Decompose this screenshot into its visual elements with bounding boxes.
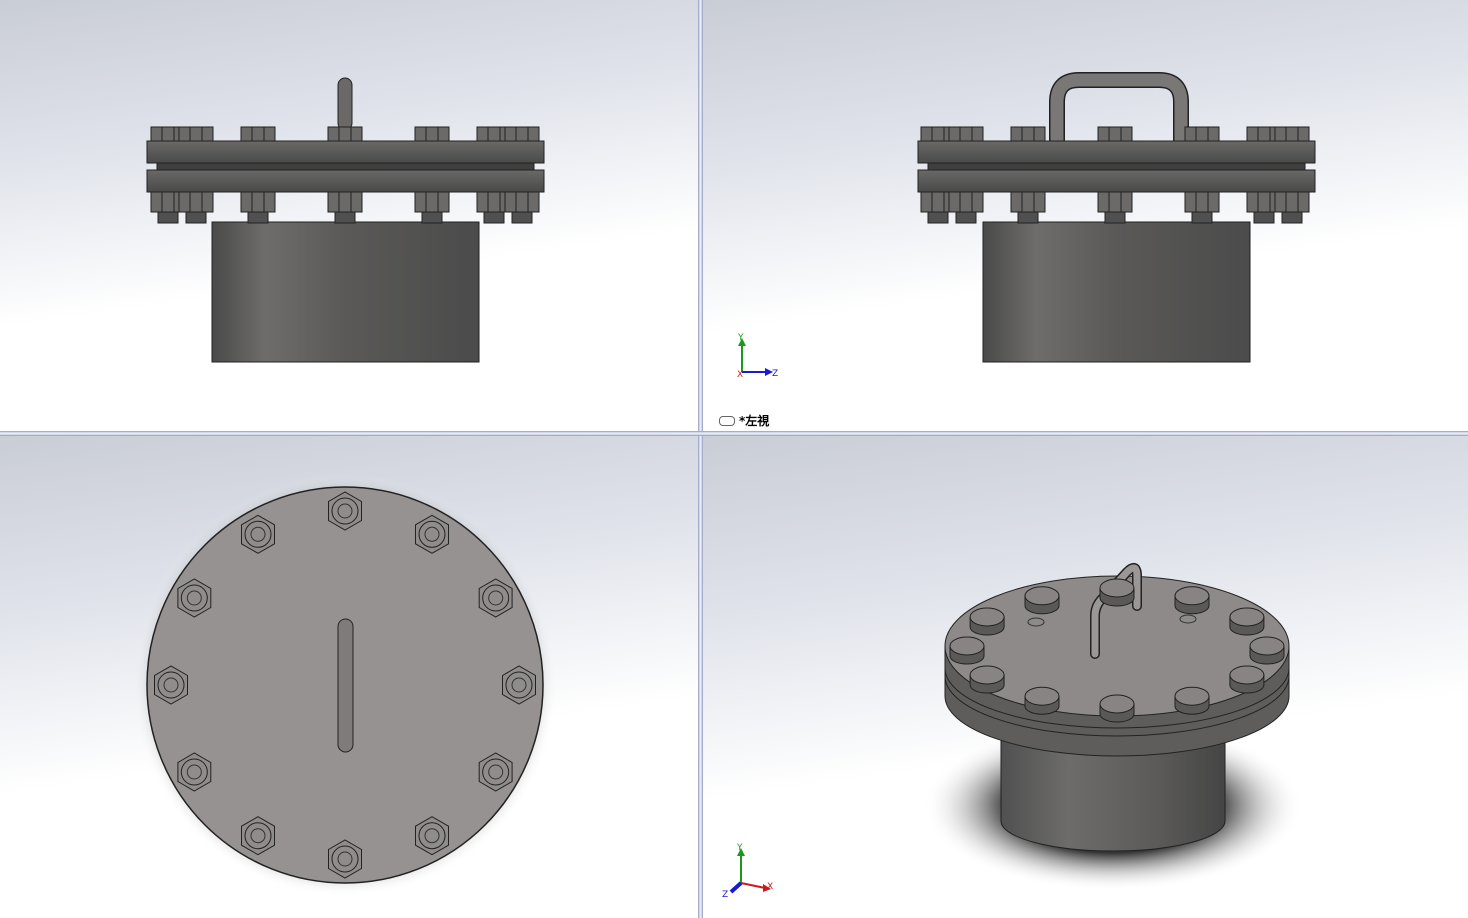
cylinder-body [211, 221, 480, 363]
hex-nut [1010, 126, 1046, 142]
bolt-head-top [969, 607, 1005, 627]
hex-nut [1010, 191, 1046, 213]
viewport-isometric[interactable]: Y X Z [703, 436, 1468, 918]
bolt-thread [334, 211, 356, 224]
hex-nut [414, 126, 450, 142]
bolt-thread [483, 211, 505, 224]
bolt-thread [1281, 211, 1303, 224]
hex-nut [504, 191, 540, 213]
triad-label-z: Z [772, 369, 778, 379]
bolt-head-top [969, 665, 1005, 685]
hex-nut [178, 126, 214, 142]
hex-nut [948, 191, 984, 213]
bolt-head-top [1174, 686, 1210, 706]
hex-nut [240, 191, 276, 213]
bolt-thread [511, 211, 533, 224]
hex-nut [327, 191, 363, 213]
hex-nut [1274, 126, 1310, 142]
bolt-thread [247, 211, 269, 224]
link-icon [719, 415, 735, 426]
triad-label-x: X [737, 370, 743, 380]
upper-flange [917, 140, 1316, 164]
bolt-thread [157, 211, 179, 224]
nuts-bottom-row [150, 191, 540, 224]
nuts-top-row [920, 126, 1310, 142]
triad-z-axis [729, 881, 743, 894]
upper-flange [146, 140, 545, 164]
hex-nut [1097, 126, 1133, 142]
hex-nut [327, 126, 363, 142]
bolt-head-top [1174, 586, 1210, 606]
bolt-thread [927, 211, 949, 224]
bolt-thread [421, 211, 443, 224]
hex-nut [414, 191, 450, 213]
lower-flange [917, 169, 1316, 193]
bolt-head-top [1024, 686, 1060, 706]
bolt-thread [955, 211, 977, 224]
hex-nut [1097, 191, 1133, 213]
viewport-top[interactable] [0, 436, 698, 918]
triad-label-x: X [767, 882, 773, 892]
view-triad: Y Z X [737, 333, 778, 380]
hex-nut [178, 191, 214, 213]
bolt-head-top [1229, 665, 1265, 685]
viewport-left[interactable]: Y Z X *左視 [703, 0, 1468, 431]
handle-slot [337, 618, 354, 753]
hex-nut [240, 126, 276, 142]
viewport-front[interactable] [0, 0, 698, 431]
bolt-head-top [1099, 578, 1135, 598]
view-name-text: *左視 [739, 414, 770, 428]
bolt-head-top [1024, 586, 1060, 606]
hex-nut [1274, 191, 1310, 213]
bolt-thread [1017, 211, 1039, 224]
bolt-thread [185, 211, 207, 224]
model-left-view[interactable]: Y Z X [703, 0, 1468, 431]
handle-pin [337, 77, 353, 131]
gasket [927, 162, 1306, 171]
hex-nut [1184, 191, 1220, 213]
bolt-thread [1253, 211, 1275, 224]
view-triad: Y X Z [722, 843, 773, 900]
triad-label-z: Z [722, 890, 728, 900]
lower-flange [146, 169, 545, 193]
gasket [156, 162, 535, 171]
model-isometric-view[interactable]: Y X Z [703, 436, 1468, 918]
bolt-head-top [1249, 636, 1285, 656]
hex-nut [1184, 126, 1220, 142]
bolt-thread [1104, 211, 1126, 224]
hex-nut [948, 126, 984, 142]
triad-x-axis [740, 882, 766, 889]
bolt-head-top [1229, 607, 1265, 627]
viewport-splitter-vertical[interactable] [698, 0, 703, 918]
nuts-top-row [150, 126, 540, 142]
model-front-view[interactable] [0, 0, 698, 431]
bolt-head-top [949, 636, 985, 656]
triad-label-y: Y [737, 333, 744, 343]
bolt-thread [1191, 211, 1213, 224]
view-name-label[interactable]: *左視 [719, 412, 769, 429]
bolt-head-top [1099, 694, 1135, 714]
hex-nut [504, 126, 540, 142]
viewport-splitter-horizontal[interactable] [0, 431, 1468, 436]
triad-label-y: Y [736, 843, 743, 853]
nuts-bottom-row [920, 191, 1310, 224]
model-top-view[interactable] [0, 436, 698, 918]
cylinder-body [982, 221, 1251, 363]
